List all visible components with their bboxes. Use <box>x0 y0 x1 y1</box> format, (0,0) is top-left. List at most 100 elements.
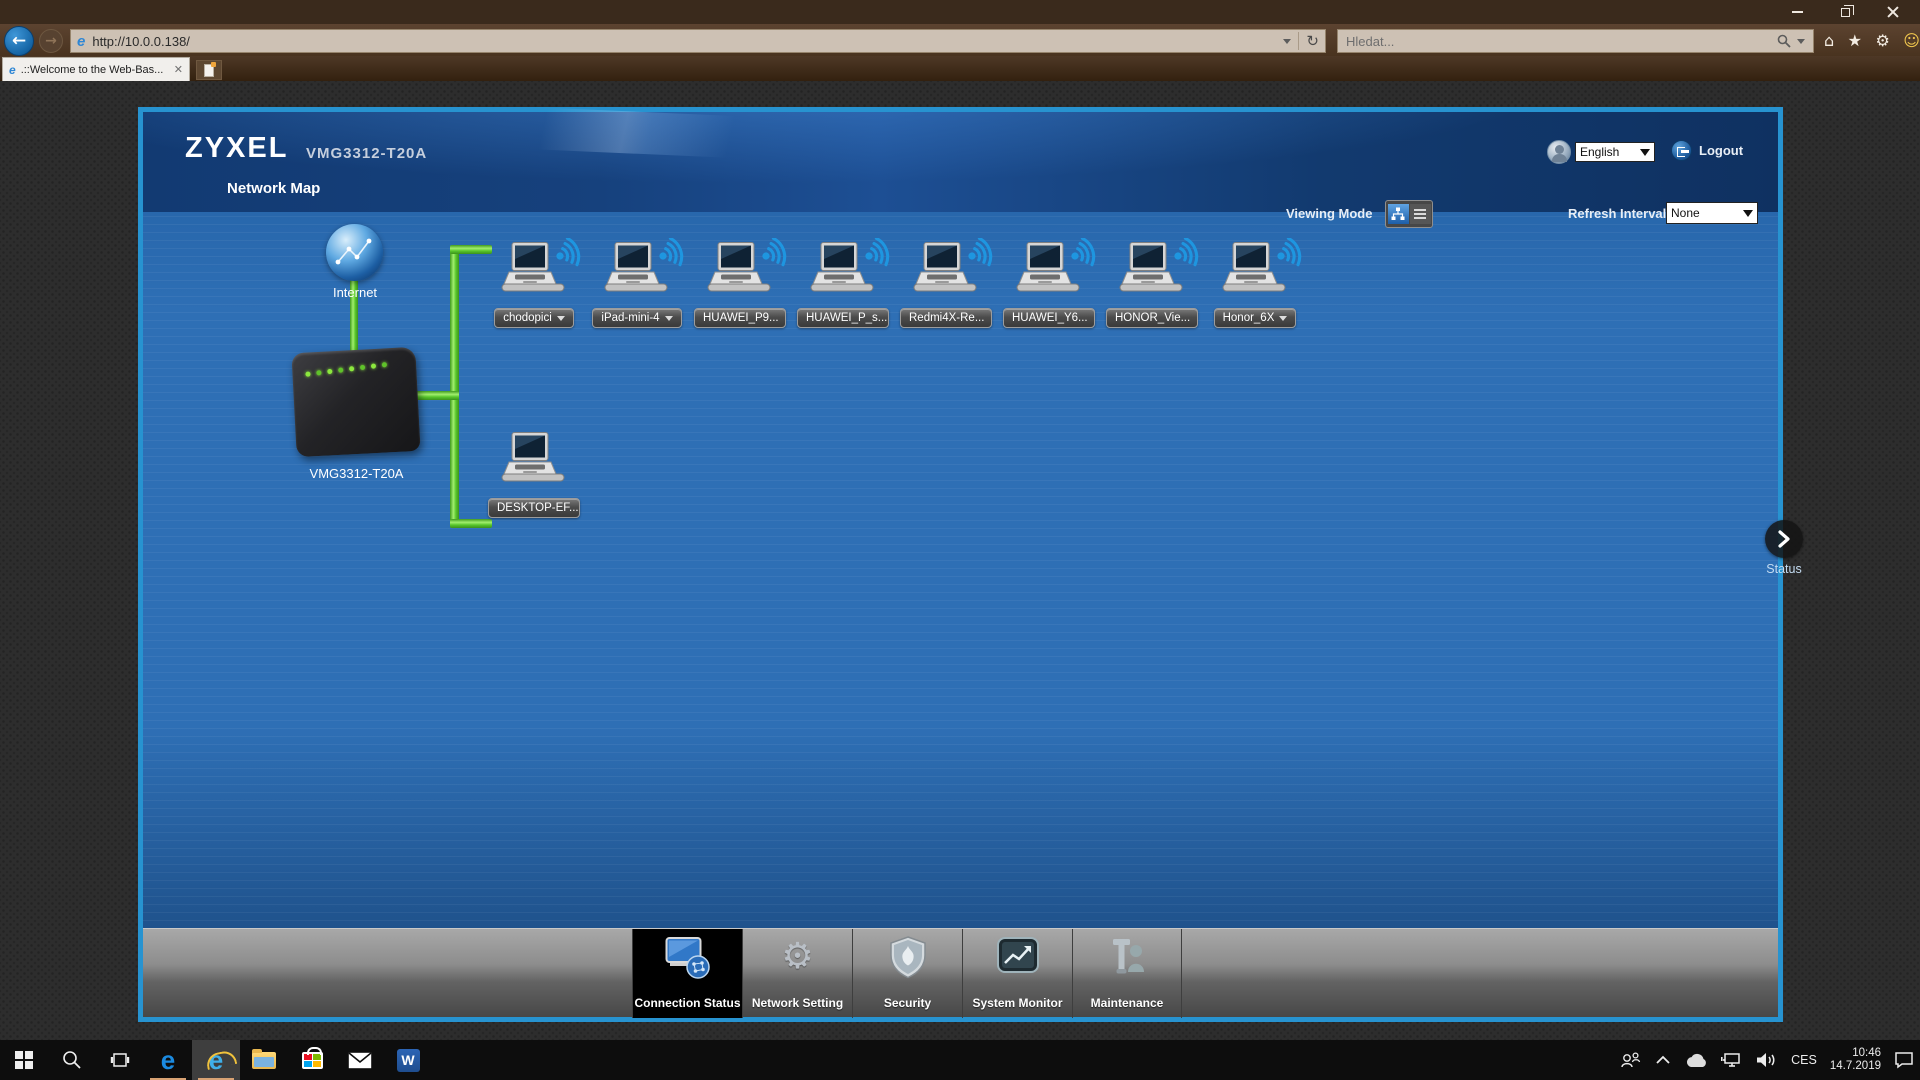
wireless-device[interactable]: HUAWEI_P9... <box>693 242 787 328</box>
edge-icon: e <box>161 1047 175 1073</box>
nav-connection-status[interactable]: Connection Status <box>632 929 742 1018</box>
language-select[interactable]: English <box>1575 142 1655 162</box>
windows-logo-icon <box>15 1051 33 1069</box>
volume-icon[interactable] <box>1756 1051 1778 1069</box>
nav-maintenance[interactable]: Maintenance <box>1072 929 1182 1018</box>
home-icon[interactable]: ⌂ <box>1824 31 1834 50</box>
search-placeholder: Hledat... <box>1346 34 1394 49</box>
address-dropdown-icon[interactable] <box>1283 39 1291 44</box>
device-label[interactable]: Redmi4X-Re... <box>900 308 992 328</box>
onedrive-cloud-icon[interactable] <box>1684 1052 1708 1068</box>
search-icon <box>62 1050 82 1070</box>
chevron-right-icon[interactable] <box>1765 520 1803 558</box>
internet-globe-icon[interactable] <box>326 224 383 281</box>
wireless-device-row: chodopici iPad <box>487 242 1311 328</box>
wireless-device[interactable]: iPad-mini-4 <box>590 242 684 328</box>
windows-taskbar: e e W <box>0 1040 1920 1080</box>
wifi-signal-icon <box>657 238 687 274</box>
wireless-device[interactable]: Honor_6X <box>1208 242 1302 328</box>
link-trunk <box>450 245 459 528</box>
forward-button[interactable]: → <box>39 29 63 53</box>
device-label[interactable]: HUAWEI_P9... <box>694 308 786 328</box>
device-label[interactable]: HUAWEI_P_s... <box>797 308 889 328</box>
zyxel-logo: ZYXEL <box>185 132 288 165</box>
start-button[interactable] <box>0 1040 48 1080</box>
action-center-icon[interactable] <box>1894 1051 1914 1069</box>
select-caret-icon <box>1640 149 1650 156</box>
device-label[interactable]: HONOR_Vie... <box>1106 308 1198 328</box>
task-view-button[interactable] <box>96 1040 144 1080</box>
device-label[interactable]: HUAWEI_Y6... <box>1003 308 1095 328</box>
search-dropdown-icon[interactable] <box>1797 39 1805 44</box>
taskbar-search-button[interactable] <box>48 1040 96 1080</box>
microsoft-store-icon <box>302 1052 323 1069</box>
taskbar-edge-button[interactable]: e <box>144 1040 192 1080</box>
word-icon: W <box>397 1049 420 1072</box>
wifi-signal-icon <box>1069 238 1099 274</box>
people-icon[interactable] <box>1620 1051 1642 1069</box>
tools-gear-icon[interactable]: ⚙ <box>1875 31 1889 50</box>
close-button[interactable] <box>1870 0 1916 24</box>
search-icon[interactable] <box>1777 34 1791 48</box>
device-label[interactable]: DESKTOP-EF... <box>488 498 580 518</box>
keyboard-language-indicator[interactable]: CES <box>1791 1053 1817 1067</box>
language-user-icon <box>1547 140 1571 164</box>
tab-close-icon[interactable]: ✕ <box>174 63 183 76</box>
page-background: ZYXEL VMG3312-T20A Network Map English L… <box>0 81 1920 1040</box>
wired-device[interactable]: DESKTOP-EF... <box>487 432 581 518</box>
back-button[interactable]: ← <box>4 26 34 56</box>
wireless-device[interactable]: Redmi4X-Re... <box>899 242 993 328</box>
browser-tab[interactable]: e .::Welcome to the Web-Bas... ✕ <box>2 57 190 81</box>
router-admin-panel: ZYXEL VMG3312-T20A Network Map English L… <box>138 107 1783 1022</box>
address-bar[interactable]: e http://10.0.0.138/ ↻ <box>70 29 1326 53</box>
tab-favicon: e <box>9 63 16 77</box>
device-label[interactable]: Honor_6X <box>1214 308 1297 328</box>
wireless-device[interactable]: chodopici <box>487 242 581 328</box>
clock-time: 10:46 <box>1830 1047 1881 1060</box>
wifi-signal-icon <box>966 238 996 274</box>
router-leds <box>305 360 401 380</box>
search-box[interactable]: Hledat... <box>1337 29 1814 53</box>
viewing-mode-label: Viewing Mode <box>1286 206 1372 221</box>
minimize-button[interactable] <box>1774 0 1820 24</box>
viewing-mode-toggle[interactable] <box>1385 200 1433 228</box>
tray-overflow-chevron-icon[interactable] <box>1655 1055 1671 1065</box>
device-label[interactable]: iPad-mini-4 <box>592 308 681 328</box>
device-label[interactable]: chodopici <box>494 308 574 328</box>
logout-button[interactable]: Logout <box>1671 140 1743 161</box>
restore-button[interactable] <box>1822 0 1868 24</box>
refresh-icon[interactable]: ↻ <box>1306 32 1319 50</box>
refresh-interval-select[interactable]: None <box>1666 202 1758 224</box>
feedback-smiley-icon[interactable]: ☺ <box>1903 31 1920 50</box>
taskbar-clock[interactable]: 10:46 14.7.2019 <box>1830 1047 1881 1073</box>
nav-system-monitor[interactable]: System Monitor <box>962 929 1072 1018</box>
nav-security[interactable]: Security <box>852 929 962 1018</box>
favorites-icon[interactable]: ★ <box>1848 31 1862 50</box>
nav-network-setting[interactable]: ⚙ Network Setting <box>742 929 852 1018</box>
connection-status-icon <box>665 936 711 980</box>
panel-header <box>143 112 1778 212</box>
file-explorer-icon <box>252 1052 276 1069</box>
logout-label: Logout <box>1699 143 1743 158</box>
link-arm-router <box>411 391 459 400</box>
taskbar-ie-button[interactable]: e <box>192 1040 240 1080</box>
network-status-icon[interactable] <box>1721 1051 1743 1069</box>
new-tab-button[interactable] <box>196 60 222 80</box>
device-dropdown-icon <box>665 316 673 321</box>
tab-strip <box>0 56 1920 81</box>
taskbar-word-button[interactable]: W <box>384 1040 432 1080</box>
router-model-label: VMG3312-T20A <box>306 145 427 162</box>
map-view-icon[interactable] <box>1388 204 1409 224</box>
wireless-device[interactable]: HUAWEI_P_s... <box>796 242 890 328</box>
task-view-icon <box>110 1051 130 1069</box>
status-flyout-button[interactable]: Status <box>1735 520 1833 576</box>
router-device[interactable] <box>291 347 420 457</box>
tab-title: .::Welcome to the Web-Bas... <box>21 64 170 76</box>
wireless-device[interactable]: HUAWEI_Y6... <box>1002 242 1096 328</box>
taskbar-store-button[interactable] <box>288 1040 336 1080</box>
taskbar-mail-button[interactable] <box>336 1040 384 1080</box>
wireless-device[interactable]: HONOR_Vie... <box>1105 242 1199 328</box>
link-arm-top <box>450 245 492 254</box>
list-view-icon[interactable] <box>1410 204 1431 224</box>
taskbar-explorer-button[interactable] <box>240 1040 288 1080</box>
